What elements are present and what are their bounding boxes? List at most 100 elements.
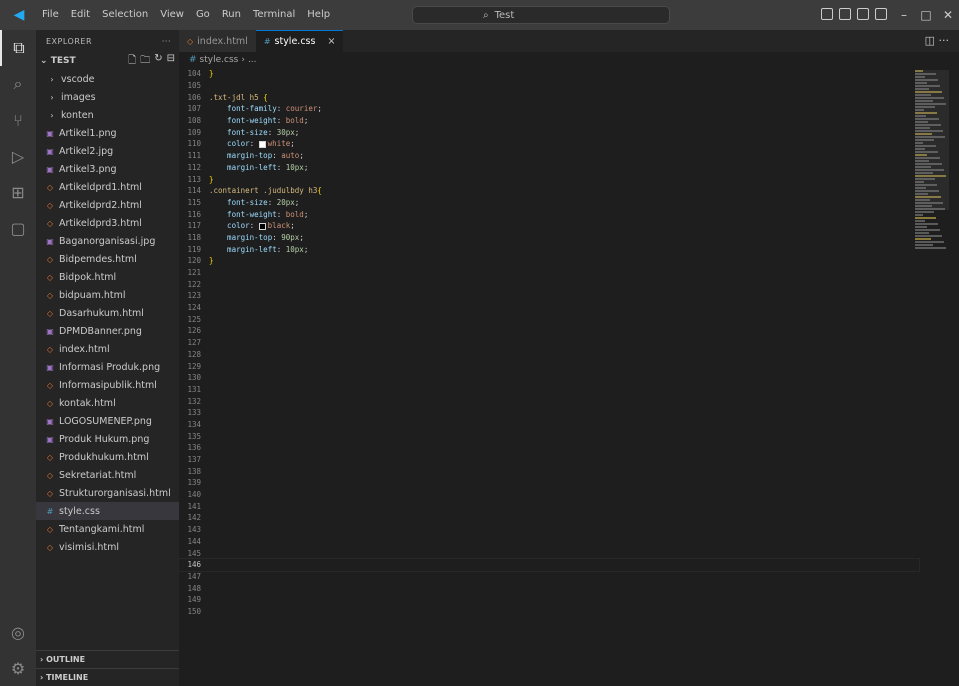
tree-item[interactable]: ◇ Artikeldprd1.html <box>36 178 179 196</box>
customize-layout-icon[interactable] <box>875 8 887 20</box>
accounts-icon[interactable]: ◎ <box>0 614 36 650</box>
search-icon[interactable]: ⌕ <box>0 66 36 102</box>
color-swatch[interactable] <box>258 140 266 148</box>
color-swatch[interactable] <box>258 222 266 230</box>
tree-item[interactable]: ◇ Produkhukum.html <box>36 448 179 466</box>
line-number: 131 <box>187 384 201 394</box>
tree-item[interactable]: ◇ kontak.html <box>36 394 179 412</box>
toggle-secondary-sidebar-icon[interactable] <box>857 8 869 20</box>
menu-run[interactable]: Run <box>216 0 247 30</box>
tree-item[interactable]: ◇ Strukturorganisasi.html <box>36 484 179 502</box>
menu-view[interactable]: View <box>154 0 190 30</box>
line-text: } <box>209 175 214 184</box>
menu-terminal[interactable]: Terminal <box>247 0 301 30</box>
menu-edit[interactable]: Edit <box>65 0 96 30</box>
timeline-section[interactable]: › TIMELINE <box>36 668 179 686</box>
editor-actions[interactable]: ◫ ··· <box>925 34 949 47</box>
line-text: } <box>209 69 214 78</box>
tree-item[interactable]: ▣ LOGOSUMENEP.png <box>36 412 179 430</box>
code-token: : <box>276 244 286 254</box>
tree-item[interactable]: ◇ Tentangkami.html <box>36 520 179 538</box>
collapse-all-icon[interactable]: ⊟ <box>167 53 175 70</box>
image-file-icon: ▣ <box>46 146 54 156</box>
minimap-line <box>915 241 944 243</box>
tree-item[interactable]: ▣ DPMDBanner.png <box>36 322 179 340</box>
menu-selection[interactable]: Selection <box>96 0 154 30</box>
toggle-primary-sidebar-icon[interactable] <box>821 8 833 20</box>
code-token: : <box>272 151 282 161</box>
close-window-icon[interactable]: ✕ <box>937 0 959 30</box>
tree-item[interactable]: ◇ index.html <box>36 340 179 358</box>
outline-section[interactable]: › OUTLINE <box>36 650 179 668</box>
tree-item[interactable]: ◇ Artikeldprd2.html <box>36 196 179 214</box>
run-debug-icon[interactable]: ▷ <box>0 138 36 174</box>
code-token: ; <box>299 232 304 242</box>
menu-file[interactable]: File <box>36 0 65 30</box>
tab-style-css[interactable]: # style.css × <box>255 30 344 52</box>
line-number: 113 <box>187 174 201 184</box>
tree-item[interactable]: › konten <box>36 106 179 124</box>
tree-item-label: style.css <box>59 505 100 517</box>
refresh-icon[interactable]: ↻ <box>154 53 162 70</box>
image-file-icon: ▣ <box>46 236 54 246</box>
tree-item[interactable]: ◇ bidpuam.html <box>36 286 179 304</box>
tree-item[interactable]: ◇ Artikeldprd3.html <box>36 214 179 232</box>
tree-item[interactable]: ▣ Informasi Produk.png <box>36 358 179 376</box>
tree-item[interactable]: ◇ Dasarhukum.html <box>36 304 179 322</box>
tree-item-label: bidpuam.html <box>59 289 126 301</box>
menu-go[interactable]: Go <box>190 0 216 30</box>
settings-gear-icon[interactable]: ⚙ <box>0 650 36 686</box>
breadcrumb-symbol[interactable]: ... <box>248 55 257 65</box>
css-file-icon: # <box>46 506 54 516</box>
explorer-icon[interactable]: ⧉ <box>0 30 36 66</box>
tree-item[interactable]: ▣ Produk Hukum.png <box>36 430 179 448</box>
tree-item[interactable]: ◇ Sekretariat.html <box>36 466 179 484</box>
tab-index-html[interactable]: ◇ index.html <box>179 30 256 52</box>
tree-item-label: Sekretariat.html <box>59 469 137 481</box>
explorer-header: EXPLORER ··· <box>36 30 179 52</box>
new-file-icon[interactable]: 🗋 <box>128 53 136 70</box>
code-area[interactable]: 104} 105 106 .txt-jdl h5 {107 font-family: … <box>178 68 920 617</box>
tree-item[interactable]: ◇ Bidpok.html <box>36 268 179 286</box>
tree-item[interactable]: ▣ Artikel2.jpg <box>36 142 179 160</box>
line-text: .containert .judulbdy h3{ <box>209 186 322 195</box>
close-tab-icon[interactable]: × <box>327 36 335 47</box>
tree-item[interactable]: ▣ Artikel1.png <box>36 124 179 142</box>
menu-help[interactable]: Help <box>301 0 336 30</box>
code-token: : <box>267 127 277 137</box>
tree-item[interactable]: ◇ Informasipublik.html <box>36 376 179 394</box>
activity-bar-bottom: ◎ ⚙ <box>0 614 36 686</box>
minimap[interactable] <box>915 70 949 590</box>
line-number: 109 <box>187 127 201 137</box>
breadcrumb-file[interactable]: style.css <box>200 55 239 65</box>
minimap-slider[interactable] <box>915 70 949 210</box>
extensions-icon[interactable]: ⊞ <box>0 174 36 210</box>
tab-label: index.html <box>197 35 248 47</box>
remote-explorer-icon[interactable]: ▢ <box>0 210 36 246</box>
tree-item[interactable]: ◇ visimisi.html <box>36 538 179 556</box>
tree-item[interactable]: ▣ Artikel3.png <box>36 160 179 178</box>
line-number: 124 <box>187 303 201 313</box>
code-line: 146 <box>178 557 920 572</box>
code-line: 115 font-size: 20px; <box>179 197 919 209</box>
tree-item[interactable]: # style.css <box>36 502 179 520</box>
tree-item[interactable]: ▣ Baganorganisasi.jpg <box>36 232 179 250</box>
html-file-icon: ◇ <box>46 272 54 282</box>
maximize-icon[interactable]: □ <box>915 0 937 30</box>
minimize-icon[interactable]: – <box>893 0 915 30</box>
more-actions-icon[interactable]: ··· <box>162 37 171 46</box>
tree-item[interactable]: ◇ Bidpemdes.html <box>36 250 179 268</box>
command-center-search[interactable]: ⌕ Test <box>412 6 670 24</box>
tree-item[interactable]: › vscode <box>36 70 179 88</box>
source-control-icon[interactable]: ⑂ <box>0 102 36 138</box>
toggle-panel-icon[interactable] <box>839 8 851 20</box>
minimap-line <box>915 211 934 213</box>
workspace-root[interactable]: ⌄ TEST 🗋 🗀 ↻ ⊟ <box>36 52 179 70</box>
tree-item[interactable]: › images <box>36 88 179 106</box>
code-token: color <box>209 139 250 149</box>
code-line: 110 color: white; <box>179 138 919 150</box>
code-line: 149 <box>179 594 919 606</box>
tree-item-label: kontak.html <box>59 397 116 409</box>
new-folder-icon[interactable]: 🗀 <box>140 53 150 70</box>
line-number: 104 <box>187 69 201 79</box>
